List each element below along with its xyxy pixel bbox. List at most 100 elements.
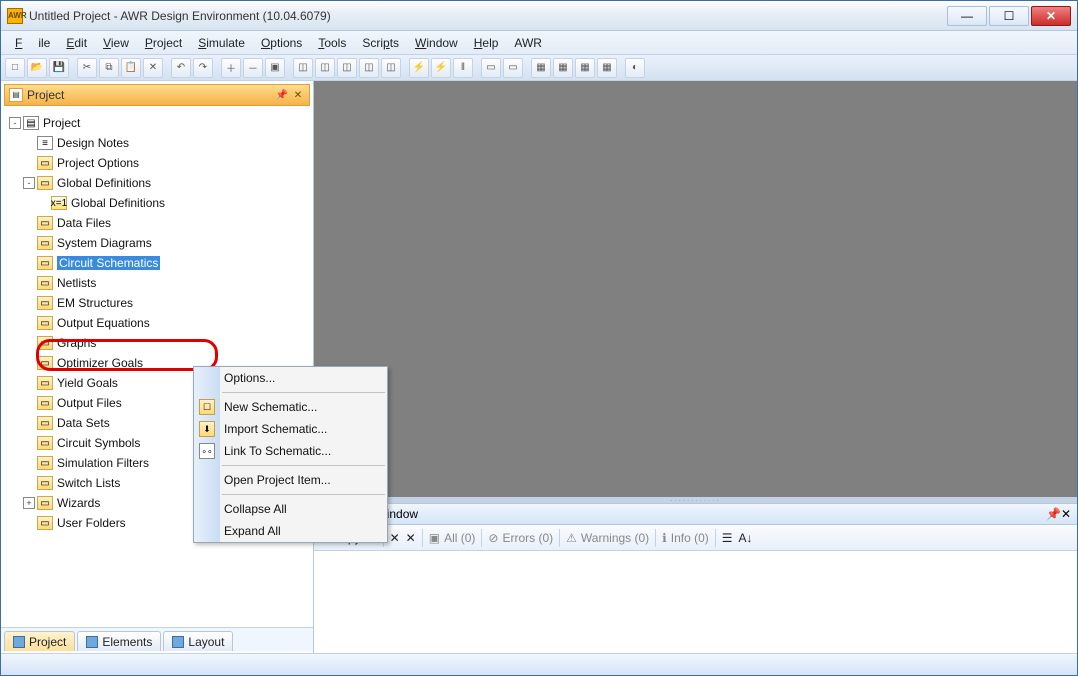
main-toolbar: □ 📂 💾 ✂ ⧉ 📋 ✕ ↶ ↷ ＋ － ▣ ◫ ◫ ◫ ◫ ◫ ⚡ ⚡ ‖ … <box>1 55 1077 81</box>
toolbar-btn-g-icon[interactable]: ▭ <box>503 58 523 78</box>
toolbar-open-icon[interactable]: 📂 <box>27 58 47 78</box>
tree-graphs[interactable]: ▭Graphs <box>9 333 311 353</box>
status-panel: ▤ Status Window 📌 ✕ ⧉Copy All ✕ ✕ ▣All (… <box>314 503 1077 653</box>
tree-global-definitions[interactable]: -▭Global Definitions <box>9 173 311 193</box>
toolbar-zoomout-icon[interactable]: － <box>243 58 263 78</box>
toolbar-zoomin-icon[interactable]: ＋ <box>221 58 241 78</box>
menu-project[interactable]: Project <box>145 36 182 50</box>
equation-icon: x=1 <box>51 196 67 210</box>
tree-global-definitions-child[interactable]: x=1Global Definitions <box>9 193 311 213</box>
list-icon: ☰ <box>722 531 733 545</box>
ctx-new-schematic[interactable]: ☐New Schematic... <box>194 396 387 418</box>
ctx-options[interactable]: Options... <box>194 367 387 389</box>
toolbar-run2-icon[interactable]: ⚡ <box>431 58 451 78</box>
ctx-link-to-schematic[interactable]: ∘∘Link To Schematic... <box>194 440 387 462</box>
status-close-button[interactable]: ✕ <box>1061 507 1071 521</box>
folder-icon: ▭ <box>37 276 53 290</box>
tree-system-diagrams[interactable]: ▭System Diagrams <box>9 233 311 253</box>
clear-button[interactable]: ✕ <box>390 531 400 545</box>
link-icon: ∘∘ <box>199 443 215 459</box>
tab-project-icon <box>13 636 25 648</box>
toolbar-btn-f-icon[interactable]: ▭ <box>481 58 501 78</box>
menu-edit[interactable]: Edit <box>66 36 87 50</box>
folder-icon: ▭ <box>37 296 53 310</box>
toolbar-btn-i-icon[interactable]: ▦ <box>553 58 573 78</box>
tree-project-options[interactable]: ▭Project Options <box>9 153 311 173</box>
toolbar-cut-icon[interactable]: ✂ <box>77 58 97 78</box>
menu-tools[interactable]: Tools <box>318 36 346 50</box>
mdi-client-area <box>314 81 1077 497</box>
panel-close-button[interactable]: ✕ <box>291 88 305 102</box>
maximize-button[interactable]: ☐ <box>989 6 1029 26</box>
menu-awr[interactable]: AWR <box>514 36 542 50</box>
folder-icon: ▭ <box>37 316 53 330</box>
status-pin-button[interactable]: 📌 <box>1046 507 1061 521</box>
toolbar-pause-icon[interactable]: ‖ <box>453 58 473 78</box>
tree-data-files[interactable]: ▭Data Files <box>9 213 311 233</box>
toolbar-btn-e-icon[interactable]: ◫ <box>381 58 401 78</box>
toolbar-delete-icon[interactable]: ✕ <box>143 58 163 78</box>
toolbar-new-icon[interactable]: □ <box>5 58 25 78</box>
tab-layout[interactable]: Layout <box>163 631 233 651</box>
pin-button[interactable]: 📌 <box>275 88 289 102</box>
sort-button[interactable]: A↓ <box>739 531 753 545</box>
filter-warnings[interactable]: ⚠Warnings (0) <box>566 531 649 545</box>
tree-design-notes[interactable]: ≡Design Notes <box>9 133 311 153</box>
filter-errors[interactable]: ⊘Errors (0) <box>488 531 553 545</box>
folder-icon: ▭ <box>37 216 53 230</box>
menu-view[interactable]: View <box>103 36 129 50</box>
tab-project[interactable]: Project <box>4 631 75 651</box>
statusbar <box>1 653 1077 675</box>
clear-one-icon: ✕ <box>406 531 416 545</box>
minimize-button[interactable]: — <box>947 6 987 26</box>
toolbar-btn-h-icon[interactable]: ▦ <box>531 58 551 78</box>
toolbar-btn-k-icon[interactable]: ▦ <box>597 58 617 78</box>
tree-output-equations[interactable]: ▭Output Equations <box>9 313 311 333</box>
menu-simulate[interactable]: Simulate <box>198 36 245 50</box>
toolbar-redo-icon[interactable]: ↷ <box>193 58 213 78</box>
menu-options[interactable]: Options <box>261 36 302 50</box>
toolbar-paste-icon[interactable]: 📋 <box>121 58 141 78</box>
toolbar-copy-icon[interactable]: ⧉ <box>99 58 119 78</box>
menu-help[interactable]: Help <box>474 36 499 50</box>
project-icon: ▤ <box>23 116 39 130</box>
toolbar-btn-a-icon[interactable]: ◫ <box>293 58 313 78</box>
clear-one-button[interactable]: ✕ <box>406 531 416 545</box>
ctx-import-schematic[interactable]: ⬇Import Schematic... <box>194 418 387 440</box>
expand-icon[interactable]: + <box>23 497 35 509</box>
tree-root-project[interactable]: - ▤ Project <box>9 113 311 133</box>
body-area: ▤ Project 📌 ✕ - ▤ Project ≡Design Notes … <box>1 81 1077 653</box>
toolbar-btn-c-icon[interactable]: ◫ <box>337 58 357 78</box>
toolbar-btn-b-icon[interactable]: ◫ <box>315 58 335 78</box>
collapse-icon[interactable]: - <box>9 117 21 129</box>
menu-window[interactable]: Window <box>415 36 458 50</box>
collapse-icon[interactable]: - <box>23 177 35 189</box>
project-panel-header: ▤ Project 📌 ✕ <box>4 84 310 106</box>
list-mode-button[interactable]: ☰ <box>722 531 733 545</box>
toolbar-save-icon[interactable]: 💾 <box>49 58 69 78</box>
menu-file[interactable]: File <box>15 36 50 50</box>
toolbar-fit-icon[interactable]: ▣ <box>265 58 285 78</box>
horizontal-splitter[interactable] <box>314 497 1077 503</box>
toolbar-undo-icon[interactable]: ↶ <box>171 58 191 78</box>
ctx-open-project-item[interactable]: Open Project Item... <box>194 469 387 491</box>
application-window: AWR Untitled Project - AWR Design Enviro… <box>0 0 1078 676</box>
folder-icon: ▭ <box>37 456 53 470</box>
filter-info[interactable]: ℹInfo (0) <box>662 531 709 545</box>
ctx-expand-all[interactable]: Expand All <box>194 520 387 542</box>
tree-em-structures[interactable]: ▭EM Structures <box>9 293 311 313</box>
close-button[interactable]: ✕ <box>1031 6 1071 26</box>
filter-all[interactable]: ▣All (0) <box>429 531 476 545</box>
doc-icon: ≡ <box>37 136 53 150</box>
toolbar-run-icon[interactable]: ⚡ <box>409 58 429 78</box>
tree-netlists[interactable]: ▭Netlists <box>9 273 311 293</box>
ctx-collapse-all[interactable]: Collapse All <box>194 498 387 520</box>
folder-icon: ▭ <box>37 516 53 530</box>
toolbar-btn-d-icon[interactable]: ◫ <box>359 58 379 78</box>
tab-elements[interactable]: Elements <box>77 631 161 651</box>
menu-scripts[interactable]: Scripts <box>362 36 399 50</box>
toolbar-btn-j-icon[interactable]: ▦ <box>575 58 595 78</box>
status-panel-header: ▤ Status Window 📌 ✕ <box>314 503 1077 525</box>
tree-circuit-schematics[interactable]: ▭Circuit Schematics <box>9 253 311 273</box>
toolbar-btn-l-icon[interactable]: ◐ <box>625 58 645 78</box>
